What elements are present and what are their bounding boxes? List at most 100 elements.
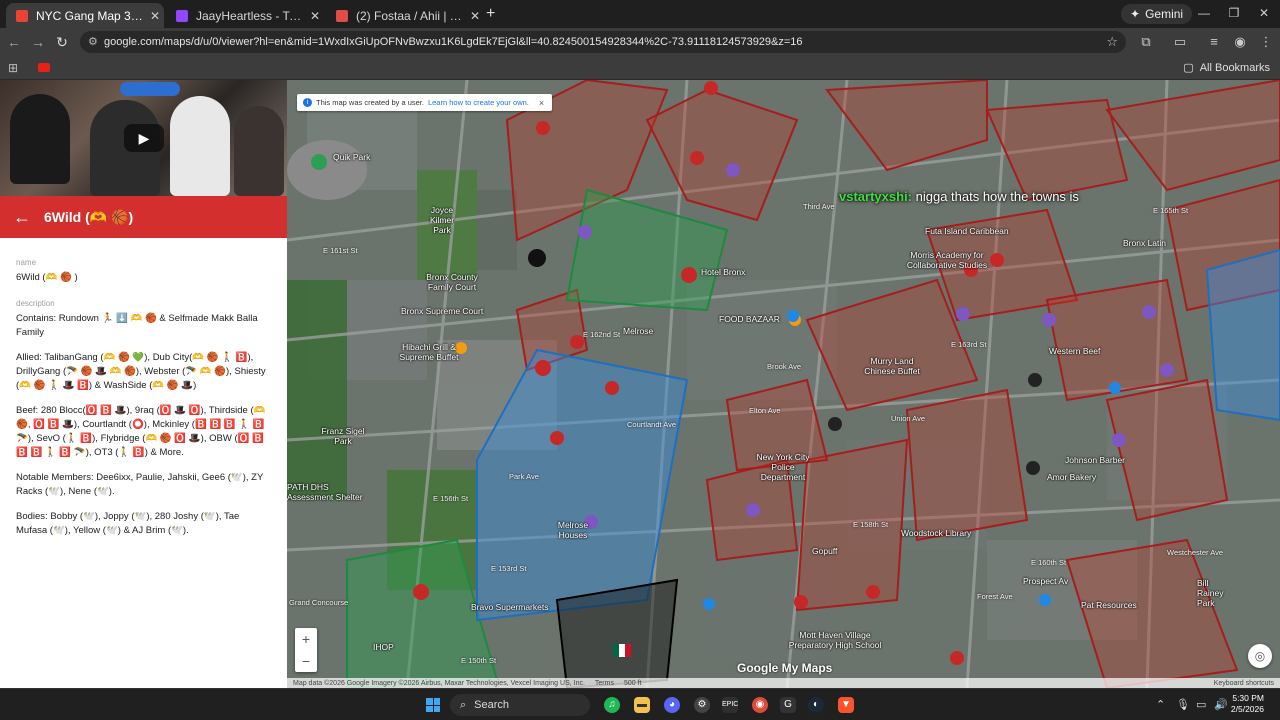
- taskbar-search[interactable]: ⌕ Search: [450, 694, 590, 716]
- minimize-window-icon[interactable]: —: [1196, 6, 1212, 20]
- browser-toolbar: ← → ↻ ⚙ google.com/maps/d/u/0/viewer?hl=…: [0, 28, 1280, 56]
- place-label[interactable]: Western Beef: [1049, 346, 1100, 356]
- tray-overflow-icon[interactable]: ⌃: [1156, 698, 1165, 711]
- microphone-icon[interactable]: 🎙: [1176, 698, 1190, 711]
- site-info-icon[interactable]: ⚙: [88, 35, 98, 48]
- file-explorer-icon[interactable]: ▬: [634, 697, 650, 713]
- zoom-out-button[interactable]: −: [295, 650, 317, 672]
- cast-icon[interactable]: ▭: [1172, 34, 1188, 50]
- tab-nyc-gang-map[interactable]: NYC Gang Map 3.0 - Google M ✕: [6, 3, 164, 28]
- url-text: google.com/maps/d/u/0/viewer?hl=en&mid=1…: [104, 36, 803, 48]
- place-label[interactable]: Bronx County Family Court: [417, 272, 487, 292]
- name-label: name: [16, 258, 37, 267]
- spotify-icon[interactable]: ♫: [604, 697, 620, 713]
- street-label: E 160th St: [1031, 558, 1067, 567]
- map-attribution: Map data ©2026 Google Imagery ©2026 Airb…: [293, 679, 585, 687]
- place-label[interactable]: Futa Island Caribbean: [925, 226, 1009, 236]
- settings-gear-icon[interactable]: ⚙: [694, 697, 710, 713]
- tab-title: NYC Gang Map 3.0 - Google M: [36, 8, 146, 23]
- place-label[interactable]: Franz Sigel Park: [321, 426, 365, 446]
- place-label[interactable]: Pat Resources: [1081, 600, 1137, 610]
- place-label[interactable]: Bronx Supreme Court: [401, 306, 483, 316]
- place-label[interactable]: Johnson Barber: [1065, 455, 1125, 465]
- app-icon[interactable]: G: [780, 697, 796, 713]
- place-label[interactable]: Morris Academy for Collaborative Studies: [897, 250, 997, 270]
- close-tab-icon[interactable]: ✕: [466, 9, 484, 23]
- street-label: Forest Ave: [977, 592, 1013, 601]
- close-tab-icon[interactable]: ✕: [306, 9, 324, 23]
- place-label[interactable]: Gopuff: [812, 546, 837, 556]
- video-thumbnail[interactable]: ▶: [0, 80, 287, 196]
- bookmark-star-icon[interactable]: ☆: [1106, 34, 1118, 50]
- street-label: Westchester Ave: [1167, 548, 1224, 557]
- place-label[interactable]: Bill Rainey Park: [1197, 578, 1237, 608]
- youtube-bookmark-icon[interactable]: [38, 63, 50, 72]
- gemini-button[interactable]: ✦ Gemini: [1121, 4, 1193, 24]
- network-icon[interactable]: ▭: [1196, 698, 1206, 711]
- windows-start-icon[interactable]: [426, 698, 440, 712]
- volume-icon[interactable]: 🔊: [1214, 698, 1228, 711]
- place-label[interactable]: New York City Police Department: [753, 452, 813, 482]
- place-label[interactable]: Murry Land Chinese Buffet: [857, 356, 927, 376]
- close-window-icon[interactable]: ✕: [1256, 6, 1272, 20]
- new-tab-button[interactable]: +: [486, 5, 495, 23]
- place-label[interactable]: Melrose: [623, 326, 653, 336]
- place-label[interactable]: PATH DHS Assessment Shelter: [287, 482, 367, 502]
- back-arrow-icon[interactable]: ←: [0, 207, 44, 228]
- scale-bar[interactable]: 500 ft: [624, 680, 642, 687]
- place-label[interactable]: FOOD BAZAAR: [719, 314, 780, 324]
- keyboard-shortcuts-link[interactable]: Keyboard shortcuts: [1214, 680, 1274, 687]
- all-bookmarks-label: All Bookmarks: [1199, 61, 1270, 74]
- media-controls-icon[interactable]: ≡: [1206, 34, 1222, 49]
- street-label: Park Ave: [509, 472, 539, 481]
- description-notable-members: Notable Members: Dee6ixx, Paulie, Jahski…: [16, 472, 264, 497]
- tab-twitch[interactable]: JaayHeartless - Twitch ✕: [166, 3, 324, 28]
- forward-arrow-icon[interactable]: →: [30, 34, 46, 50]
- place-label[interactable]: Amor Bakery: [1047, 472, 1096, 482]
- epic-games-icon[interactable]: EPIC: [722, 697, 738, 713]
- close-notice-icon[interactable]: ×: [539, 98, 544, 108]
- thumbnail-sign: [120, 82, 180, 96]
- my-location-icon[interactable]: ◎: [1248, 644, 1272, 668]
- place-label[interactable]: Prospect Av: [1023, 576, 1068, 586]
- discord-icon[interactable]: ◕: [664, 697, 680, 713]
- learn-more-link[interactable]: Learn how to create your own.: [428, 98, 529, 107]
- profile-avatar-icon[interactable]: ◉: [1232, 34, 1248, 50]
- reload-icon[interactable]: ↻: [54, 34, 70, 51]
- terms-link[interactable]: Terms: [595, 680, 614, 687]
- clock-time: 5:30 PM: [1232, 693, 1264, 703]
- street-label: E 162nd St: [583, 330, 621, 339]
- map-canvas[interactable]: i This map was created by a user. Learn …: [287, 80, 1280, 688]
- place-label[interactable]: Mott Haven Village Preparatory High Scho…: [785, 630, 885, 650]
- street-label: Third Ave: [803, 202, 835, 211]
- address-bar[interactable]: ⚙ google.com/maps/d/u/0/viewer?hl=en&mid…: [80, 31, 1126, 53]
- extensions-icon[interactable]: ⧉: [1138, 34, 1154, 50]
- play-icon[interactable]: ▶: [124, 124, 164, 152]
- chrome-icon[interactable]: ◉: [752, 697, 768, 713]
- restore-window-icon[interactable]: ❐: [1226, 6, 1242, 20]
- browser-menu-icon[interactable]: ⋮: [1258, 34, 1274, 50]
- tab-towns[interactable]: (2) Fostaa / Ahii | The Towns Ro ✕: [326, 3, 484, 28]
- street-label: E 150th St: [461, 656, 497, 665]
- brave-browser-icon[interactable]: ▼: [838, 697, 854, 713]
- place-label[interactable]: Hibachi Grill & Supreme Buffet: [389, 342, 469, 362]
- chat-username: vstartyxshi:: [839, 189, 912, 204]
- all-bookmarks-button[interactable]: ▢ All Bookmarks: [1183, 61, 1270, 75]
- place-label[interactable]: Hotel Bronx: [701, 267, 745, 277]
- feature-title: 6Wild (🫶 🏀): [44, 208, 134, 225]
- chat-message: nigga thats how the towns is: [915, 189, 1079, 204]
- place-label[interactable]: Bronx Latin: [1123, 238, 1166, 248]
- system-clock[interactable]: 5:30 PM 2/5/2026: [1228, 693, 1264, 715]
- steam-icon[interactable]: ◐: [808, 697, 824, 713]
- back-arrow-icon[interactable]: ←: [6, 34, 22, 50]
- zoom-in-button[interactable]: +: [295, 628, 317, 650]
- place-label[interactable]: Woodstock Library: [901, 528, 971, 538]
- close-tab-icon[interactable]: ✕: [146, 9, 164, 23]
- place-label[interactable]: IHOP: [373, 642, 394, 652]
- feature-attributes: name 6Wild (🫶 🏀 ) description Contains: …: [16, 256, 271, 549]
- place-label[interactable]: Melrose Houses: [547, 520, 599, 540]
- place-label[interactable]: Joyce Kilmer Park: [421, 205, 463, 235]
- apps-grid-icon[interactable]: ⊞: [8, 61, 18, 75]
- place-label[interactable]: Quik Park: [333, 152, 370, 162]
- place-label[interactable]: Bravo Supermarkets: [471, 602, 548, 612]
